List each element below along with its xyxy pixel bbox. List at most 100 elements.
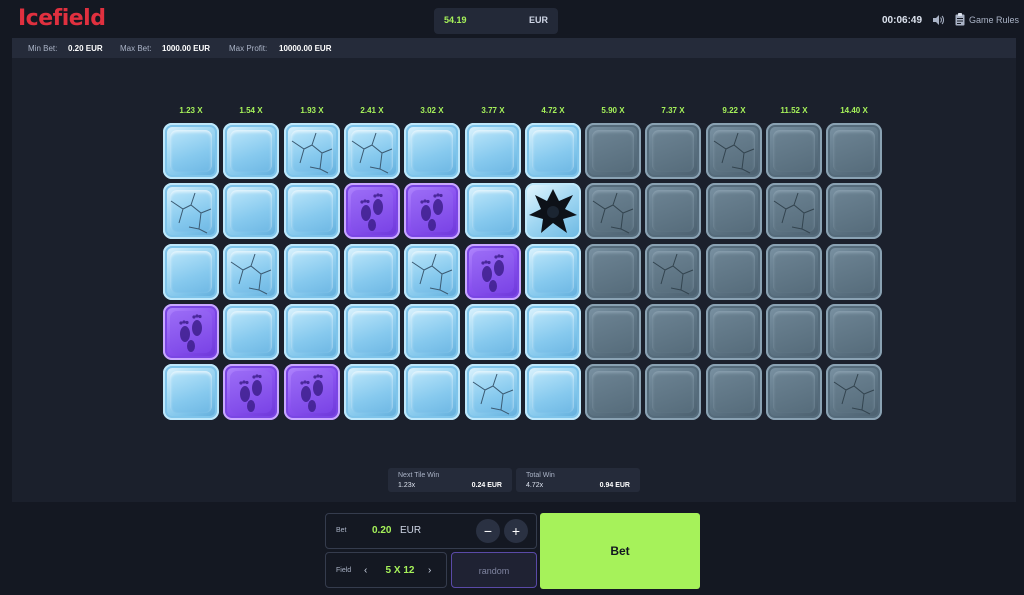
bet-amount-input[interactable]: 0.20 xyxy=(372,525,391,536)
field-label: Field xyxy=(336,567,352,574)
tile-ice[interactable] xyxy=(163,123,219,179)
tile-ice[interactable] xyxy=(525,244,581,300)
tile-dim-cracked[interactable] xyxy=(645,244,701,300)
tile-broken[interactable] xyxy=(525,183,581,239)
total-win-label: Total Win xyxy=(526,472,555,479)
tile-ice-cracked[interactable] xyxy=(223,244,279,300)
tile-ice[interactable] xyxy=(404,123,460,179)
tile-ice[interactable] xyxy=(223,183,279,239)
tile-ice-cracked[interactable] xyxy=(465,364,521,420)
total-win-box: Total Win 4.72x 0.94 EUR xyxy=(516,468,640,492)
speaker-icon[interactable] xyxy=(932,14,944,26)
decrease-bet-button[interactable]: − xyxy=(476,519,500,543)
tile-dim-cracked[interactable] xyxy=(706,123,762,179)
tile-ice[interactable] xyxy=(465,304,521,360)
tile-ice[interactable] xyxy=(284,304,340,360)
tile-footprint[interactable] xyxy=(223,364,279,420)
tile-dim[interactable] xyxy=(585,364,641,420)
next-tile-win-label: Next Tile Win xyxy=(398,472,440,479)
tile-dim[interactable] xyxy=(706,183,762,239)
tile-ice[interactable] xyxy=(223,304,279,360)
bet-button[interactable]: Bet xyxy=(540,513,700,589)
tile-footprint[interactable] xyxy=(344,183,400,239)
column-multiplier: 5.90 X xyxy=(601,106,625,115)
tile-ice[interactable] xyxy=(284,244,340,300)
tile-dim[interactable] xyxy=(766,123,822,179)
tile-dim[interactable] xyxy=(766,304,822,360)
tile-dim-cracked[interactable] xyxy=(585,183,641,239)
tile-ice[interactable] xyxy=(344,244,400,300)
column-multiplier: 14.40 X xyxy=(840,106,868,115)
tile-dim[interactable] xyxy=(645,304,701,360)
bet-amount-control: Bet 0.20 EUR − + xyxy=(325,513,537,549)
tile-dim-cracked[interactable] xyxy=(766,183,822,239)
field-size-control: Field ‹ 5 X 12 › xyxy=(325,552,447,588)
tile-dim[interactable] xyxy=(645,364,701,420)
tile-dim[interactable] xyxy=(766,364,822,420)
tile-ice[interactable] xyxy=(344,364,400,420)
balance-display: 54.19 EUR xyxy=(434,8,558,34)
tile-ice[interactable] xyxy=(465,183,521,239)
field-next-button[interactable]: › xyxy=(428,565,431,576)
tile-footprint[interactable] xyxy=(163,304,219,360)
tile-footprint[interactable] xyxy=(404,183,460,239)
tile-dim[interactable] xyxy=(645,123,701,179)
tile-ice[interactable] xyxy=(404,364,460,420)
next-tile-win-multiplier: 1.23x xyxy=(398,482,416,489)
tile-dim[interactable] xyxy=(826,183,882,239)
increase-bet-button[interactable]: + xyxy=(504,519,528,543)
logo: Icefield xyxy=(18,6,106,31)
tile-dim[interactable] xyxy=(585,304,641,360)
field-prev-button[interactable]: ‹ xyxy=(364,565,367,576)
column-multiplier: 3.77 X xyxy=(481,106,505,115)
tile-ice[interactable] xyxy=(344,304,400,360)
clipboard-icon[interactable] xyxy=(955,13,965,26)
tile-ice[interactable] xyxy=(163,364,219,420)
random-button[interactable]: random xyxy=(451,552,537,588)
tile-dim[interactable] xyxy=(766,244,822,300)
tile-ice[interactable] xyxy=(465,123,521,179)
tile-dim[interactable] xyxy=(706,304,762,360)
column-multiplier: 2.41 X xyxy=(360,106,384,115)
field-size-value: 5 X 12 xyxy=(385,565,415,576)
column-multiplier: 11.52 X xyxy=(780,106,808,115)
tile-ice[interactable] xyxy=(163,244,219,300)
next-tile-win-box: Next Tile Win 1.23x 0.24 EUR xyxy=(388,468,512,492)
next-tile-win-amount: 0.24 EUR xyxy=(471,482,502,489)
max-profit-label: Max Profit: xyxy=(229,44,268,53)
limits-bar: Min Bet: 0.20 EUR Max Bet: 1000.00 EUR M… xyxy=(12,38,1016,58)
balance-amount: 54.19 xyxy=(444,15,467,25)
tile-footprint[interactable] xyxy=(465,244,521,300)
tile-ice[interactable] xyxy=(525,123,581,179)
balance-currency: EUR xyxy=(528,15,548,25)
tile-dim[interactable] xyxy=(706,364,762,420)
min-bet-label: Min Bet: xyxy=(28,44,58,53)
column-multiplier: 7.37 X xyxy=(661,106,685,115)
tile-ice[interactable] xyxy=(284,183,340,239)
tile-ice-cracked[interactable] xyxy=(344,123,400,179)
max-bet-label: Max Bet: xyxy=(120,44,152,53)
tile-footprint[interactable] xyxy=(284,364,340,420)
bet-label: Bet xyxy=(336,527,347,534)
tile-dim[interactable] xyxy=(826,244,882,300)
game-rules-link[interactable]: Game Rules xyxy=(969,15,1019,25)
tile-ice-cracked[interactable] xyxy=(163,183,219,239)
tile-ice[interactable] xyxy=(223,123,279,179)
tile-dim[interactable] xyxy=(585,123,641,179)
min-bet-value: 0.20 EUR xyxy=(68,44,103,53)
column-multiplier: 3.02 X xyxy=(420,106,444,115)
column-multiplier: 1.23 X xyxy=(179,106,203,115)
max-bet-value: 1000.00 EUR xyxy=(162,44,211,53)
tile-ice[interactable] xyxy=(404,304,460,360)
tile-ice[interactable] xyxy=(525,304,581,360)
tile-ice-cracked[interactable] xyxy=(284,123,340,179)
tile-dim[interactable] xyxy=(585,244,641,300)
tile-dim[interactable] xyxy=(826,304,882,360)
tile-ice-cracked[interactable] xyxy=(404,244,460,300)
tile-dim[interactable] xyxy=(826,123,882,179)
bet-currency: EUR xyxy=(400,525,422,536)
tile-dim[interactable] xyxy=(645,183,701,239)
tile-ice[interactable] xyxy=(525,364,581,420)
tile-dim[interactable] xyxy=(706,244,762,300)
tile-dim-cracked[interactable] xyxy=(826,364,882,420)
